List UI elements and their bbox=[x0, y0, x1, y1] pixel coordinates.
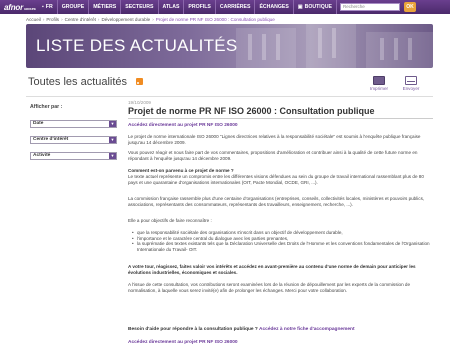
nav-label: CARRIÈRES bbox=[219, 4, 251, 10]
banner-window bbox=[380, 38, 384, 60]
printer-icon bbox=[373, 76, 385, 85]
filter-interest-select[interactable]: Centre d'intérêt ▼ bbox=[30, 136, 117, 144]
paragraph-emphasis: A votre tour, réagissez, faites valoir v… bbox=[128, 264, 416, 275]
banner-building bbox=[366, 32, 433, 68]
help-question: Besoin d'aide pour répondre à la consult… bbox=[128, 327, 258, 332]
cart-icon: ▣ bbox=[297, 4, 303, 10]
section-divider bbox=[26, 96, 433, 97]
afnor-logo[interactable]: afnor GROUPE bbox=[0, 0, 38, 14]
banner-window bbox=[318, 28, 322, 58]
send-button[interactable]: Envoyer bbox=[400, 76, 422, 91]
nav-item-atlas[interactable]: ATLAS bbox=[159, 0, 185, 14]
banner-window bbox=[248, 34, 252, 60]
filter-label: Afficher par : bbox=[30, 104, 63, 110]
nav-item-metiers[interactable]: MÉTIERS bbox=[89, 0, 122, 14]
select-value: Date bbox=[33, 121, 44, 126]
paragraph: Elle a pour objectifs de faire reconnaît… bbox=[128, 218, 212, 223]
banner-building bbox=[306, 24, 356, 68]
breadcrumb-separator: › bbox=[97, 17, 100, 22]
section-title: Toutes les actualités bbox=[28, 76, 128, 88]
paragraph: Le projet de norme internationale ISO 26… bbox=[128, 134, 421, 145]
banner-title: LISTE DES ACTUALITÉS bbox=[36, 36, 238, 55]
select-value: Centre d'intérêt bbox=[33, 137, 69, 142]
nav-item-carrieres[interactable]: CARRIÈRES bbox=[216, 0, 256, 14]
chevron-down-icon: ▼ bbox=[109, 137, 116, 143]
objectives-list: que la responsabilité sociétale des orga… bbox=[132, 230, 432, 252]
breadcrumb-profils[interactable]: Profils bbox=[46, 17, 59, 22]
project-link-top[interactable]: Accédez directement au projet PR NF ISO … bbox=[128, 123, 238, 128]
nav-label: ÉCHANGES bbox=[259, 4, 289, 10]
logo-text: afnor bbox=[4, 2, 24, 12]
nav-label: PROFILS bbox=[188, 4, 211, 10]
nav-item-profils[interactable]: PROFILS bbox=[184, 0, 216, 14]
breadcrumb-separator: › bbox=[152, 17, 154, 22]
logo-group-text: GROUPE bbox=[24, 7, 36, 11]
search-input[interactable]: Recherche bbox=[340, 3, 400, 11]
breadcrumb-separator: › bbox=[61, 17, 63, 22]
chevron-down-icon: ▼ bbox=[109, 121, 116, 127]
nav-label: SECTEURS bbox=[125, 4, 154, 10]
nav-item-secteurs[interactable]: SECTEURS bbox=[121, 0, 159, 14]
main-nav: ▪ FR GROUPE MÉTIERS SECTEURS ATLAS PROFIL… bbox=[38, 0, 337, 14]
nav-label: FR bbox=[45, 4, 53, 10]
print-button[interactable]: Imprimer bbox=[368, 76, 390, 91]
breadcrumb: Accueil › Profils › Centre d'intérêt › D… bbox=[26, 16, 275, 23]
breadcrumb-centre-interet[interactable]: Centre d'intérêt bbox=[65, 17, 96, 22]
breadcrumb-developpement-durable[interactable]: Développement durable bbox=[101, 17, 150, 22]
nav-item-echanges[interactable]: ÉCHANGES bbox=[255, 0, 294, 14]
select-value: Activité bbox=[33, 153, 51, 158]
list-item: la suprématie des textes existants tels … bbox=[132, 241, 432, 252]
envelope-icon bbox=[405, 76, 417, 85]
banner-window bbox=[276, 34, 280, 60]
nav-label: BOUTIQUE bbox=[304, 4, 332, 10]
rss-icon[interactable] bbox=[136, 78, 143, 85]
page-banner: LISTE DES ACTUALITÉS bbox=[26, 24, 433, 68]
article-divider bbox=[128, 118, 433, 119]
nav-label: GROUPE bbox=[61, 4, 85, 10]
project-link-bottom[interactable]: Accédez directement au projet PR NF ISO … bbox=[128, 340, 238, 345]
banner-window bbox=[332, 28, 336, 58]
paragraph-heading: Comment est-on parvenu à ce projet de no… bbox=[128, 168, 234, 173]
breadcrumb-separator: › bbox=[42, 17, 45, 22]
paragraph: Vous pouvez réagir et nous faire part de… bbox=[128, 150, 418, 161]
search-ok-button[interactable]: OK bbox=[404, 2, 416, 12]
nav-label: MÉTIERS bbox=[93, 4, 117, 10]
banner-building bbox=[236, 28, 296, 68]
nav-label: ATLAS bbox=[162, 4, 180, 10]
nav-item-boutique[interactable]: ▣ BOUTIQUE bbox=[294, 0, 337, 14]
help-link[interactable]: Accédez à notre fiche d'accompagnement bbox=[259, 327, 355, 332]
nav-item-fr[interactable]: ▪ FR bbox=[38, 0, 58, 14]
breadcrumb-current: Projet de norme PR NF ISO 26000 : Consul… bbox=[155, 17, 275, 22]
banner-window bbox=[394, 38, 398, 60]
print-label: Imprimer bbox=[369, 86, 389, 91]
nav-item-groupe[interactable]: GROUPE bbox=[58, 0, 90, 14]
chevron-down-icon: ▼ bbox=[109, 153, 116, 159]
paragraph: La commission française rassemble plus d… bbox=[128, 196, 425, 207]
breadcrumb-home[interactable]: Accueil bbox=[26, 17, 41, 22]
help-line: Besoin d'aide pour répondre à la consult… bbox=[128, 327, 355, 332]
paragraph: A l'issue de cette consultation, vos con… bbox=[128, 282, 411, 293]
filter-activity-select[interactable]: Activité ▼ bbox=[30, 152, 117, 160]
paragraph: Le texte actuel représente un compromis … bbox=[128, 174, 424, 185]
article-date: 19/10/2009 bbox=[128, 100, 151, 105]
banner-window bbox=[262, 34, 266, 60]
send-label: Envoyer bbox=[402, 86, 420, 91]
article-title: Projet de norme PR NF ISO 26000 : Consul… bbox=[128, 106, 375, 116]
filter-date-select[interactable]: Date ▼ bbox=[30, 120, 117, 128]
banner-window bbox=[408, 38, 412, 60]
top-nav-bar: afnor GROUPE ▪ FR GROUPE MÉTIERS SECTEURS… bbox=[0, 0, 450, 14]
